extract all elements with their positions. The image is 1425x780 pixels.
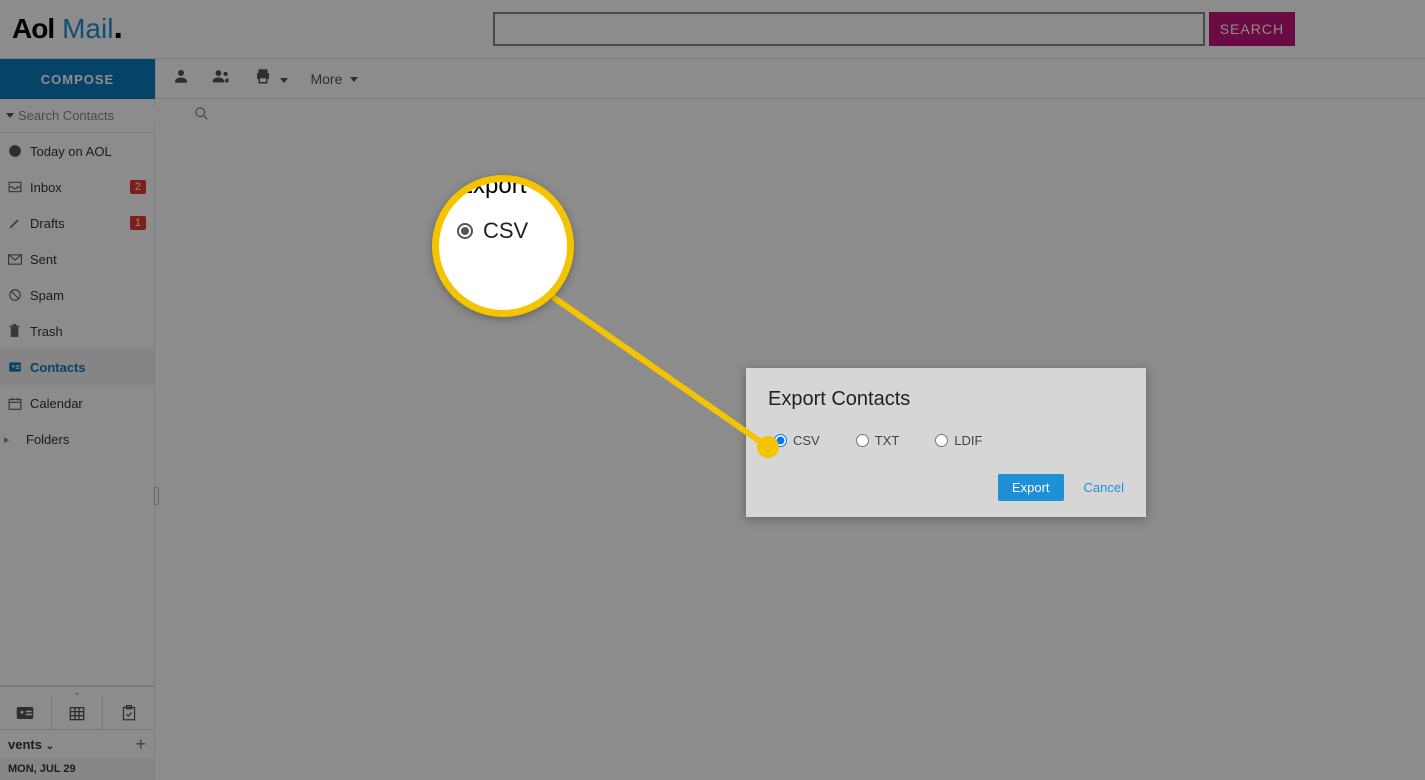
dialog-actions: Export Cancel [768, 474, 1124, 501]
radio-label: CSV [793, 433, 820, 448]
callout-radio: CSV [457, 218, 528, 244]
dialog-title: Export Contacts [768, 388, 1124, 411]
radio-ldif[interactable] [935, 434, 948, 447]
radio-label: LDIF [954, 433, 982, 448]
radio-txt[interactable] [856, 434, 869, 447]
callout-magnifier: Export CSV [432, 175, 574, 317]
export-format-options: CSV TXT LDIF [768, 433, 1124, 448]
export-contacts-dialog: Export Contacts CSV TXT LDIF Export Canc… [746, 368, 1146, 517]
export-option-ldif[interactable]: LDIF [935, 433, 982, 448]
export-option-csv[interactable]: CSV [774, 433, 820, 448]
radio-csv[interactable] [774, 434, 787, 447]
radio-label: TXT [875, 433, 900, 448]
modal-overlay [0, 0, 1425, 780]
cancel-button[interactable]: Cancel [1084, 480, 1124, 495]
export-button[interactable]: Export [998, 474, 1064, 501]
radio-selected-icon [457, 223, 473, 239]
callout-radio-label: CSV [483, 218, 528, 244]
export-option-txt[interactable]: TXT [856, 433, 900, 448]
